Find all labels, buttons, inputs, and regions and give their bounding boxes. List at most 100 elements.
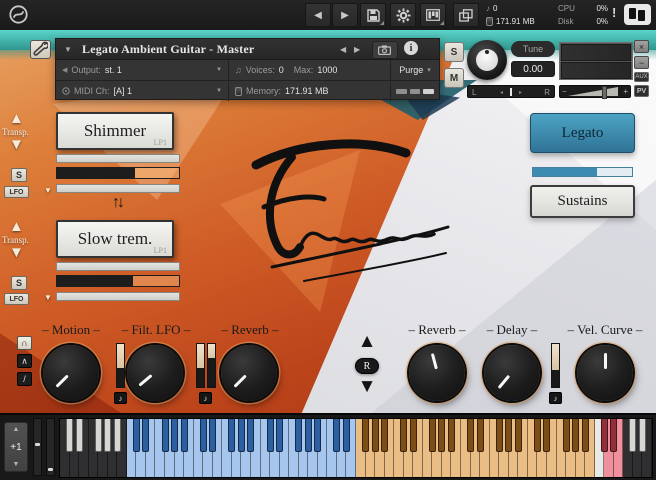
- warning-indicator[interactable]: !: [612, 5, 616, 20]
- solo-articulation-button[interactable]: S: [11, 276, 27, 290]
- black-key[interactable]: [95, 419, 102, 452]
- lfo-slider[interactable]: [56, 292, 180, 301]
- octave-shift-control[interactable]: ▲ +1 ▼: [4, 422, 28, 472]
- black-key[interactable]: [438, 419, 445, 452]
- pan-slider[interactable]: L ◂ ▸ R: [467, 85, 555, 98]
- black-key[interactable]: [295, 419, 302, 452]
- motion-sync-button[interactable]: ♪: [114, 392, 127, 404]
- solo-button[interactable]: S: [444, 42, 464, 62]
- delay-knob[interactable]: [484, 345, 540, 401]
- volume-plus[interactable]: +: [623, 87, 628, 96]
- black-key[interactable]: [534, 419, 541, 452]
- reverb-knob[interactable]: [409, 345, 465, 401]
- motion-knob[interactable]: [43, 345, 99, 401]
- black-key[interactable]: [247, 419, 254, 452]
- black-key[interactable]: [333, 419, 340, 452]
- black-key[interactable]: [171, 419, 178, 452]
- black-key[interactable]: [114, 419, 121, 452]
- snapshot-button[interactable]: [372, 41, 398, 59]
- filt-lfo-knob[interactable]: [127, 345, 183, 401]
- black-key[interactable]: [496, 419, 503, 452]
- black-key[interactable]: [238, 419, 245, 452]
- black-key[interactable]: [477, 419, 484, 452]
- transpose-down-icon[interactable]: ▼: [9, 245, 24, 260]
- collapse-caret-icon[interactable]: ▼: [64, 45, 72, 54]
- instrument-title-bar[interactable]: ▼ Legato Ambient Guitar - Master ◀ ▶ i: [56, 39, 439, 60]
- black-key[interactable]: [104, 419, 111, 452]
- lfo-shape-ramp-button[interactable]: /: [17, 372, 32, 386]
- envelope-slider[interactable]: [56, 275, 180, 287]
- black-key[interactable]: [629, 419, 636, 452]
- swap-articulations-icon[interactable]: ↑↓: [102, 194, 132, 212]
- midi-channel-select[interactable]: MIDI Ch: [A] 1 ▼: [56, 81, 228, 101]
- black-key[interactable]: [429, 419, 436, 452]
- ni-logo[interactable]: [624, 4, 651, 25]
- black-key[interactable]: [276, 419, 283, 452]
- black-key[interactable]: [76, 419, 83, 452]
- transpose-up-icon[interactable]: ▲: [9, 111, 24, 126]
- volume-slider[interactable]: − +: [559, 85, 631, 98]
- level-slider[interactable]: [56, 262, 180, 271]
- next-instrument-icon[interactable]: ▶: [354, 45, 360, 54]
- volume-minus[interactable]: −: [562, 87, 567, 96]
- minimize-button[interactable]: −: [634, 56, 649, 69]
- vel-curve-knob[interactable]: [577, 345, 633, 401]
- black-key[interactable]: [381, 419, 388, 452]
- black-key[interactable]: [639, 419, 646, 452]
- black-key[interactable]: [467, 419, 474, 452]
- tune-knob[interactable]: [467, 40, 507, 80]
- output-select[interactable]: ◀ Output: st. 1 ▼: [56, 60, 228, 80]
- envelope-slider[interactable]: [56, 167, 180, 179]
- motion-rate-slider[interactable]: [116, 343, 125, 388]
- lfo-button[interactable]: LFO: [4, 186, 29, 198]
- performance-view-button[interactable]: PV: [634, 85, 649, 97]
- black-key[interactable]: [209, 419, 216, 452]
- level-slider[interactable]: [56, 154, 180, 163]
- browse-forward-button[interactable]: ▶: [332, 3, 358, 27]
- legato-button[interactable]: Legato: [530, 113, 635, 153]
- transpose-up-icon[interactable]: ▲: [9, 219, 24, 234]
- browse-back-button[interactable]: ◀: [305, 3, 331, 27]
- lfo-slider[interactable]: [56, 184, 180, 193]
- options-button[interactable]: [390, 3, 416, 27]
- solo-articulation-button[interactable]: S: [11, 168, 27, 182]
- kontakt-logo-icon[interactable]: [8, 4, 29, 30]
- filt-lfo-depth-slider[interactable]: [207, 343, 216, 388]
- black-key[interactable]: [400, 419, 407, 452]
- slow-trem-button[interactable]: Slow trem. LP1: [56, 220, 174, 258]
- black-key[interactable]: [162, 419, 169, 452]
- save-button[interactable]: [360, 3, 386, 27]
- lfo-button[interactable]: LFO: [4, 293, 29, 305]
- tune-value[interactable]: 0.00: [511, 61, 555, 77]
- reverb-send-knob[interactable]: [221, 345, 277, 401]
- black-key[interactable]: [563, 419, 570, 452]
- black-key[interactable]: [181, 419, 188, 452]
- black-key[interactable]: [267, 419, 274, 452]
- black-key[interactable]: [372, 419, 379, 452]
- black-key[interactable]: [362, 419, 369, 452]
- random-button[interactable]: R: [355, 358, 379, 374]
- lfo-caret-icon[interactable]: ▼: [44, 294, 52, 302]
- pan-handle[interactable]: [510, 88, 512, 96]
- filt-lfo-sync-button[interactable]: ♪: [199, 392, 212, 404]
- random-down-icon[interactable]: ▼: [352, 377, 382, 396]
- pitch-wheel[interactable]: [33, 418, 42, 476]
- info-button[interactable]: i: [404, 41, 420, 57]
- black-key[interactable]: [343, 419, 350, 452]
- black-key[interactable]: [410, 419, 417, 452]
- delay-time-slider[interactable]: [551, 343, 560, 388]
- black-key[interactable]: [133, 419, 140, 452]
- transpose-down-icon[interactable]: ▼: [9, 137, 24, 152]
- aux-button[interactable]: AUX: [634, 72, 649, 82]
- mute-button[interactable]: M: [444, 68, 464, 88]
- edit-instrument-button[interactable]: [30, 40, 51, 59]
- minimized-view-button[interactable]: [453, 3, 479, 27]
- prev-instrument-icon[interactable]: ◀: [340, 45, 346, 54]
- mod-wheel[interactable]: [46, 418, 55, 476]
- black-key[interactable]: [200, 419, 207, 452]
- black-key[interactable]: [582, 419, 589, 452]
- lfo-shape-triangle-button[interactable]: ∧: [17, 354, 32, 368]
- lfo-caret-icon[interactable]: ▼: [44, 187, 52, 195]
- sustains-button[interactable]: Sustains: [530, 185, 635, 218]
- black-key[interactable]: [572, 419, 579, 452]
